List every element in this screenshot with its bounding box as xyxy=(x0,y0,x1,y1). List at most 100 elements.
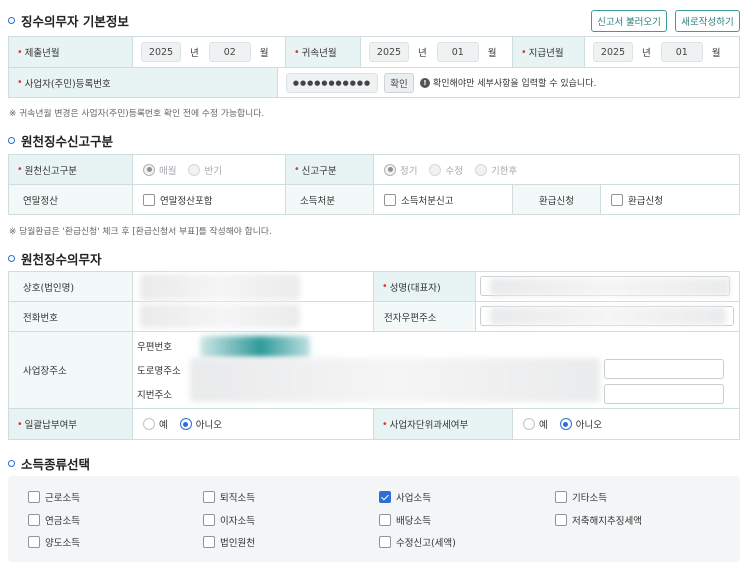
radio-icon xyxy=(384,163,396,176)
checkbox-icon xyxy=(379,536,391,548)
section-bullet-icon xyxy=(8,16,15,24)
table-row: 연말정산 연말정산포함 소득처분 소득처분신고 환급신청 환급신청 xyxy=(8,185,740,215)
company-label: 상호(법인명) xyxy=(8,272,133,301)
checkbox-icon xyxy=(143,193,155,206)
type-monthly-option[interactable]: 매월 xyxy=(143,163,176,177)
income-type-panel: 근로소득 퇴직소득 사업소득 기타소득 연금소득 이자소득 배당소득 저축해지추… xyxy=(8,476,740,562)
lot-address-input[interactable] xyxy=(604,384,724,404)
address-value-redacted xyxy=(190,358,600,402)
radio-icon xyxy=(429,163,442,176)
refund-note: ※ 당월환급은 '환급신청' 체크 후 [환급신청서 부표]를 작성해야 합니다… xyxy=(9,227,272,237)
checkbox-icon xyxy=(611,193,623,206)
table-row: • 제출년월 2025 년 02 월 • 귀속년월 2025 년 01 월 • 지급년… xyxy=(8,37,740,68)
agent-table: 상호(법인명) • 성명(대표자) 전화번호 전자우편주소 사업장주소 우편번호 … xyxy=(8,271,740,440)
report-kind-label: • 신고구분 xyxy=(286,155,374,184)
section-bullet-icon xyxy=(8,459,15,467)
pay-month-label: • 지급년월 xyxy=(513,37,585,67)
report-category-label: • 원천신고구분 xyxy=(8,155,133,184)
attr-year-field[interactable]: 2025 xyxy=(369,42,409,62)
name-label: • 성명(대표자) xyxy=(374,272,476,301)
road-address-input[interactable] xyxy=(604,359,724,379)
checkbox-icon xyxy=(28,514,40,526)
year-end-checkbox[interactable]: 연말정산포함 xyxy=(143,193,212,207)
checkbox-icon xyxy=(28,491,40,503)
income-labor-checkbox[interactable]: 근로소득 xyxy=(28,490,80,504)
attr-month-field[interactable]: 01 xyxy=(436,42,479,62)
bulk-yes-option[interactable]: 예 xyxy=(143,417,168,431)
unit-yes-option[interactable]: 예 xyxy=(523,417,548,431)
radio-icon xyxy=(143,418,155,430)
checkbox-icon xyxy=(384,193,396,206)
submit-month-field[interactable]: 02 xyxy=(208,42,251,62)
checkbox-icon xyxy=(203,536,215,548)
income-transfer-checkbox[interactable]: 양도소득 xyxy=(28,535,80,549)
confirm-button[interactable]: 확인 xyxy=(384,72,414,93)
table-row: • 사업자(주민)등록번호 ●●●●●●●●●●● 확인 ! 확인해야만 세부사항… xyxy=(8,68,740,98)
radio-icon xyxy=(143,163,155,176)
pay-year-field[interactable]: 2025 xyxy=(593,42,633,62)
company-value-redacted xyxy=(140,274,300,300)
phone-value-redacted xyxy=(140,304,300,328)
road-address-label: 도로명주소 xyxy=(137,366,181,377)
load-report-button[interactable]: 신고서 불러오기 xyxy=(591,10,667,32)
checkbox-icon xyxy=(203,514,215,526)
disposal-label: 소득처분 xyxy=(286,185,374,214)
type-half-option[interactable]: 반기 xyxy=(188,163,222,177)
radio-icon xyxy=(559,418,572,430)
report-regular-option[interactable]: 정기 xyxy=(384,163,417,177)
address-label: 사업장주소 xyxy=(8,332,133,408)
unit-no-option[interactable]: 아니오 xyxy=(559,417,602,431)
section-bullet-icon xyxy=(8,254,15,262)
submit-year-field[interactable]: 2025 xyxy=(141,42,181,62)
radio-icon xyxy=(523,418,535,430)
attr-month-label: • 귀속년월 xyxy=(286,37,361,67)
checkbox-icon xyxy=(555,491,567,503)
unit-tax-label: • 사업자단위과세여부 xyxy=(374,409,513,439)
income-dividend-checkbox[interactable]: 배당소득 xyxy=(379,513,431,527)
radio-icon xyxy=(188,163,201,176)
income-savings-checkbox[interactable]: 저축해지추징세액 xyxy=(555,513,642,527)
agent-title: 원천징수의무자 xyxy=(8,250,102,267)
info-icon: ! xyxy=(420,77,430,88)
section-bullet-icon xyxy=(8,136,15,144)
income-corporate-checkbox[interactable]: 법인원천 xyxy=(203,535,255,549)
attr-change-note: ※ 귀속년월 변경은 사업자(주민)등록번호 확인 전에 수정 가능합니다. xyxy=(9,109,265,119)
table-row: • 일괄납부여부 예 아니오 • 사업자단위과세여부 예 아니오 xyxy=(8,409,740,440)
report-type-title: 원천징수신고구분 xyxy=(8,132,113,149)
income-retire-checkbox[interactable]: 퇴직소득 xyxy=(203,490,255,504)
radio-icon xyxy=(474,163,487,176)
income-interest-checkbox[interactable]: 이자소득 xyxy=(203,513,255,527)
radio-icon xyxy=(179,418,192,430)
disposal-checkbox[interactable]: 소득처분신고 xyxy=(384,193,453,207)
checkbox-icon xyxy=(379,514,391,526)
checkbox-icon xyxy=(203,491,215,503)
submit-month-label: • 제출년월 xyxy=(8,37,133,67)
lot-address-label: 지번주소 xyxy=(137,390,172,401)
income-other-checkbox[interactable]: 기타소득 xyxy=(555,490,607,504)
checkbox-icon xyxy=(28,536,40,548)
report-late-option[interactable]: 기한후 xyxy=(474,163,517,177)
regno-label: • 사업자(주민)등록번호 xyxy=(8,68,278,97)
zip-value-redacted xyxy=(200,336,310,358)
refund-checkbox[interactable]: 환급신청 xyxy=(611,193,663,207)
bulk-no-option[interactable]: 아니오 xyxy=(179,417,222,431)
income-pension-checkbox[interactable]: 연금소득 xyxy=(28,513,80,527)
income-business-checkbox[interactable]: 사업소득 xyxy=(379,490,431,504)
confirm-hint: 확인해야만 세부사항을 입력할 수 있습니다. xyxy=(433,79,597,89)
report-type-table: • 원천신고구분 매월 반기 • 신고구분 정기 수정 기한후 연말정산 연말정산포… xyxy=(8,154,740,215)
zip-label: 우편번호 xyxy=(137,342,172,353)
name-value-redacted xyxy=(490,278,730,296)
new-report-button[interactable]: 새로작성하기 xyxy=(675,10,740,32)
regno-input[interactable]: ●●●●●●●●●●● xyxy=(286,72,378,93)
refund-label: 환급신청 xyxy=(513,185,601,214)
checkbox-checked-icon xyxy=(379,491,391,503)
table-row: • 원천신고구분 매월 반기 • 신고구분 정기 수정 기한후 xyxy=(8,155,740,185)
income-type-title: 소득종류선택 xyxy=(8,455,90,472)
report-amend-option[interactable]: 수정 xyxy=(429,163,463,177)
bulk-payment-label: • 일괄납부여부 xyxy=(8,409,133,439)
email-value-redacted xyxy=(490,307,726,325)
income-amend-tax-checkbox[interactable]: 수정신고(세액) xyxy=(379,535,456,549)
basic-info-table: • 제출년월 2025 년 02 월 • 귀속년월 2025 년 01 월 • 지급년… xyxy=(8,36,740,98)
basic-info-title: 징수의무자 기본정보 xyxy=(8,12,129,29)
pay-month-field[interactable]: 01 xyxy=(660,42,703,62)
